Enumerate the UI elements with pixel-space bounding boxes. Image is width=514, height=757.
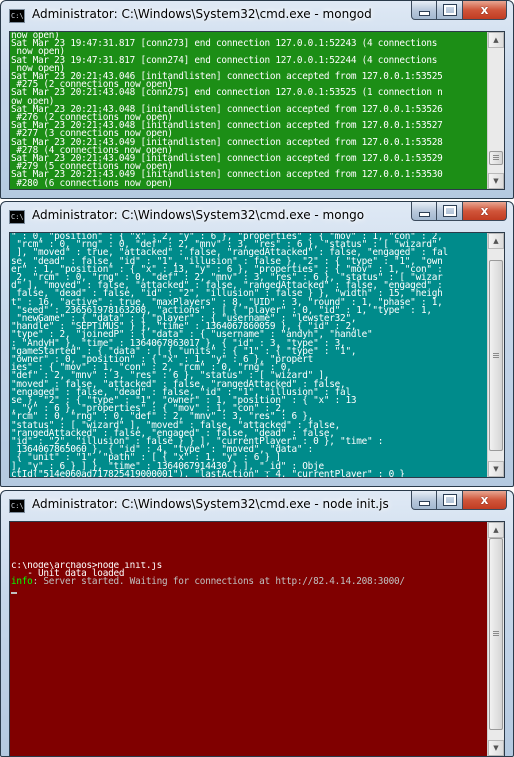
cmd-icon: C:\	[9, 210, 25, 224]
console-segment: : Server started. Waiting for connection…	[32, 576, 405, 588]
minimize-icon	[412, 6, 436, 20]
mongo-window[interactable]: C:\ Administrator: C:\Windows\System32\c…	[0, 201, 514, 487]
scroll-thumb[interactable]	[489, 538, 503, 730]
title-bar[interactable]: C:\ Administrator: C:\Windows\System32\c…	[1, 202, 513, 232]
maximize-button[interactable]	[437, 202, 463, 221]
vertical-scrollbar[interactable]: ▲ ▼	[487, 522, 504, 756]
vertical-scrollbar[interactable]: ▲ ▼	[487, 233, 504, 477]
maximize-icon	[437, 493, 462, 509]
window-title: Administrator: C:\Windows\System32\cmd.e…	[32, 208, 365, 222]
text-cursor	[11, 591, 17, 594]
scroll-down-button[interactable]: ▼	[488, 740, 504, 756]
scroll-up-button[interactable]: ▲	[488, 32, 504, 48]
vertical-scrollbar[interactable]: ▲ ▼	[487, 32, 504, 189]
node-window[interactable]: C:\ Administrator: C:\Windows\System32\c…	[0, 490, 514, 757]
console-output: " : 0, "position" : { "x" : 2, "y" : 6 }…	[11, 233, 485, 477]
console-line: Sat Mar 23 19:47:31.817 [conn273] end co…	[11, 38, 438, 50]
maximize-icon	[437, 3, 462, 19]
console-line: Sat Mar 23 19:47:31.817 [conn274] end co…	[11, 54, 438, 66]
close-button[interactable]: x	[463, 1, 507, 20]
console-line: #280 (6 connections now open)	[11, 177, 173, 189]
maximize-button[interactable]	[437, 491, 463, 510]
window-title: Administrator: C:\Windows\System32\cmd.e…	[32, 7, 372, 21]
minimize-button[interactable]	[411, 1, 437, 20]
cmd-icon: C:\	[9, 499, 25, 513]
scroll-thumb[interactable]	[489, 260, 503, 451]
maximize-button[interactable]	[437, 1, 463, 20]
title-bar[interactable]: C:\ Administrator: C:\Windows\System32\c…	[1, 1, 513, 31]
window-controls: x	[411, 491, 507, 511]
close-icon: x	[480, 3, 489, 17]
scroll-down-button[interactable]: ▼	[488, 461, 504, 477]
console-area[interactable]: c:\node\archaos>node init.js - Unit data…	[9, 521, 505, 756]
cmd-icon: C:\	[9, 9, 25, 23]
console-line: ctId("514e060ad717825419000001"), "lastA…	[11, 468, 405, 477]
minimize-icon	[412, 207, 436, 221]
console-segment: info	[11, 576, 33, 588]
console-area[interactable]: now open) Sat Mar 23 19:47:31.817 [conn27…	[9, 31, 505, 190]
scroll-up-button[interactable]: ▲	[488, 522, 504, 538]
window-title: Administrator: C:\Windows\System32\cmd.e…	[32, 497, 389, 511]
console-line: info: Server started. Waiting for connec…	[11, 576, 485, 588]
window-controls: x	[411, 1, 507, 21]
console-output: c:\node\archaos>node init.js - Unit data…	[11, 562, 485, 756]
console-line: Sat Mar 23 20:21:43.048 [conn275] end co…	[11, 87, 443, 99]
close-button[interactable]: x	[463, 491, 507, 510]
console-output: now open) Sat Mar 23 19:47:31.817 [conn27…	[11, 32, 485, 189]
scroll-up-button[interactable]: ▲	[488, 233, 504, 249]
minimize-button[interactable]	[411, 491, 437, 510]
console-area[interactable]: " : 0, "position" : { "x" : 2, "y" : 6 }…	[9, 232, 505, 478]
minimize-icon	[412, 496, 436, 510]
maximize-icon	[437, 204, 462, 220]
window-controls: x	[411, 202, 507, 222]
close-icon: x	[480, 204, 489, 218]
mongod-window[interactable]: C:\ Administrator: C:\Windows\System32\c…	[0, 0, 514, 199]
scroll-down-button[interactable]: ▼	[488, 173, 504, 189]
scroll-thumb[interactable]	[489, 151, 503, 165]
title-bar[interactable]: C:\ Administrator: C:\Windows\System32\c…	[1, 491, 513, 521]
close-button[interactable]: x	[463, 202, 507, 221]
minimize-button[interactable]	[411, 202, 437, 221]
close-icon: x	[480, 493, 489, 507]
